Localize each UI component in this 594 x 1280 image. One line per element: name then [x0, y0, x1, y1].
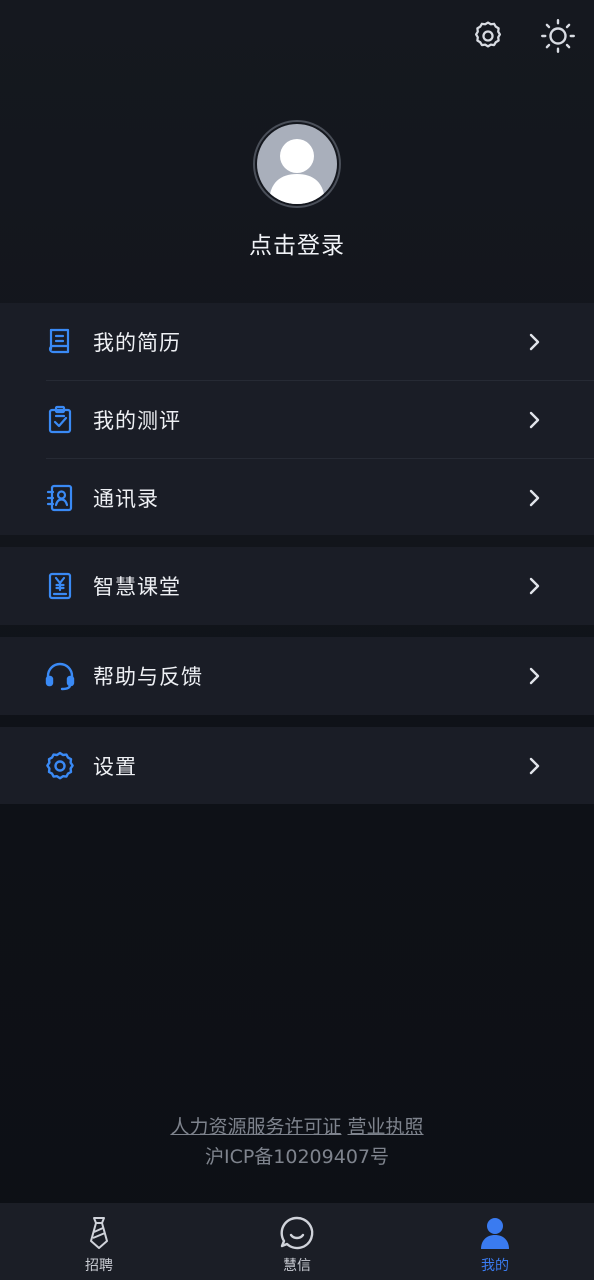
yuan-book-icon: [48, 572, 72, 600]
login-link[interactable]: 点击登录: [249, 226, 345, 260]
chevron-right-icon: [529, 757, 540, 775]
top-toolbar: [468, 16, 578, 56]
menu-item-label: 我的简历: [93, 331, 181, 355]
tab-label: 招聘: [85, 1258, 113, 1274]
tab-mine[interactable]: 我的: [396, 1203, 594, 1280]
chat-bubble-icon: [280, 1216, 314, 1250]
menu-item-help-feedback[interactable]: 帮助与反馈: [0, 637, 594, 715]
theme-toggle-button[interactable]: [538, 16, 578, 56]
chevron-right-icon: [529, 333, 540, 351]
menu-item-label: 通讯录: [93, 487, 159, 511]
icp-record: 沪ICP备10209407号: [204, 1146, 390, 1168]
tie-icon: [90, 1217, 108, 1249]
menu-group-settings: 设置: [0, 727, 594, 804]
contacts-book-icon: [46, 484, 73, 512]
license-links: 人力资源服务许可证 营业执照: [0, 1112, 594, 1139]
menu-group-classroom: 智慧课堂: [0, 547, 594, 625]
menu-item-label: 帮助与反馈: [93, 665, 203, 689]
business-license-link[interactable]: 营业执照: [348, 1116, 424, 1138]
menu-item-contacts[interactable]: 通讯录: [0, 459, 594, 537]
menu-item-settings[interactable]: 设置: [0, 727, 594, 805]
gear-icon: [46, 751, 74, 780]
menu-group-primary: 我的简历 我的测评 通讯录: [0, 303, 594, 535]
bottom-tab-bar: 招聘 慧信 我的: [0, 1203, 594, 1280]
profile-section: 点击登录: [0, 120, 594, 260]
tab-recruitment[interactable]: 招聘: [0, 1203, 198, 1280]
avatar[interactable]: [253, 120, 341, 208]
headset-icon: [45, 662, 75, 691]
tab-messages[interactable]: 慧信: [198, 1203, 396, 1280]
menu-item-assessment[interactable]: 我的测评: [0, 381, 594, 459]
settings-button[interactable]: [468, 16, 508, 56]
menu-group-help: 帮助与反馈: [0, 637, 594, 715]
chevron-right-icon: [529, 667, 540, 685]
assessment-clipboard-icon: [48, 405, 72, 434]
default-avatar-icon: [257, 124, 337, 204]
resume-icon: [48, 328, 70, 354]
chevron-right-icon: [529, 411, 540, 429]
menu-item-label: 我的测评: [93, 409, 181, 433]
menu-item-label: 智慧课堂: [93, 575, 181, 599]
tab-label: 我的: [481, 1258, 509, 1274]
menu-item-resume[interactable]: 我的简历: [0, 303, 594, 381]
menu-item-label: 设置: [93, 755, 137, 779]
tab-label: 慧信: [283, 1258, 311, 1274]
person-icon: [481, 1218, 509, 1249]
menu-item-smart-classroom[interactable]: 智慧课堂: [0, 547, 594, 625]
gear-icon: [474, 21, 502, 48]
hr-service-license-link[interactable]: 人力资源服务许可证: [170, 1116, 341, 1138]
sun-icon: [541, 19, 575, 53]
chevron-right-icon: [529, 577, 540, 595]
chevron-right-icon: [529, 489, 540, 507]
